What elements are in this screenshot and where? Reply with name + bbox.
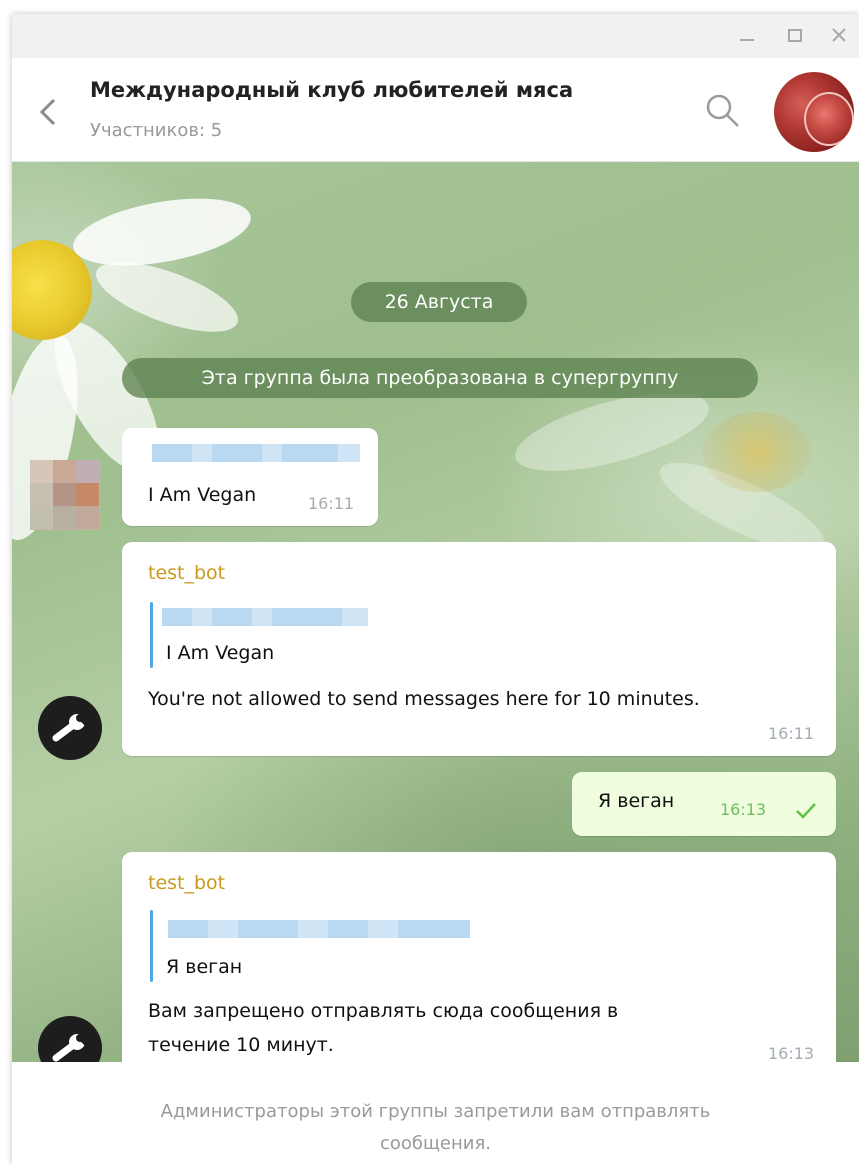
restricted-notice: Администраторы этой группы запретили вам… (12, 1062, 859, 1164)
search-icon[interactable] (704, 92, 742, 130)
sender-name[interactable]: test_bot (148, 872, 225, 894)
reply-text[interactable]: Я веган (166, 956, 242, 978)
wrench-icon (52, 1034, 90, 1062)
chat-header: Международный клуб любителей мяса Участн… (12, 58, 859, 162)
reply-text[interactable]: I Am Vegan (166, 642, 274, 664)
members-count[interactable]: Участников: 5 (90, 120, 222, 141)
telegram-window: Международный клуб любителей мяса Участн… (12, 14, 859, 1164)
wrench-icon (52, 714, 90, 742)
reply-sender-redacted (162, 608, 368, 626)
avatar[interactable] (38, 1016, 102, 1062)
message-time: 16:11 (308, 494, 355, 513)
message-bubble[interactable]: Я веган 16:13 (572, 772, 836, 836)
sender-name-redacted (152, 444, 360, 462)
notice-line: Администраторы этой группы запретили вам… (160, 1101, 711, 1122)
background-petal (68, 186, 256, 278)
minimize-icon[interactable] (736, 24, 758, 46)
group-avatar[interactable] (774, 72, 854, 152)
date-separator: 26 Августа (351, 282, 527, 322)
window-titlebar (12, 14, 859, 58)
chat-title[interactable]: Международный клуб любителей мяса (90, 78, 573, 102)
notice-line: сообщения. (379, 1133, 492, 1154)
reply-sender-redacted (168, 920, 470, 938)
message-list[interactable]: 26 Августа Эта группа была преобразована… (12, 162, 859, 1062)
chevron-left-icon[interactable] (36, 96, 60, 128)
notice-text: Администраторы этой группы запретили вам… (72, 1096, 799, 1160)
message-time: 16:13 (768, 1044, 815, 1062)
reply-bar (150, 602, 153, 668)
message-text: Я веган (598, 790, 675, 812)
reply-bar (150, 910, 153, 982)
background-petal (87, 247, 247, 347)
avatar[interactable] (38, 696, 102, 760)
message-bubble[interactable]: I Am Vegan 16:11 (122, 428, 378, 526)
message-bubble[interactable]: test_bot Я веган Вам запрещено отправлят… (122, 852, 836, 1062)
background-flower (702, 412, 812, 492)
message-text: течение 10 минут. (148, 1034, 334, 1056)
message-text: I Am Vegan (148, 484, 257, 506)
check-icon (796, 803, 816, 819)
message-time: 16:13 (720, 800, 767, 819)
close-icon[interactable] (828, 24, 850, 46)
message-text: You're not allowed to send messages here… (148, 688, 700, 710)
message-bubble[interactable]: test_bot I Am Vegan You're not allowed t… (122, 542, 836, 756)
maximize-icon[interactable] (784, 24, 806, 46)
message-time: 16:11 (768, 724, 815, 743)
sender-name[interactable]: test_bot (148, 562, 225, 584)
service-message: Эта группа была преобразована в супергру… (122, 358, 758, 398)
avatar[interactable] (30, 460, 100, 530)
message-text: Вам запрещено отправлять сюда сообщения … (148, 1000, 619, 1022)
